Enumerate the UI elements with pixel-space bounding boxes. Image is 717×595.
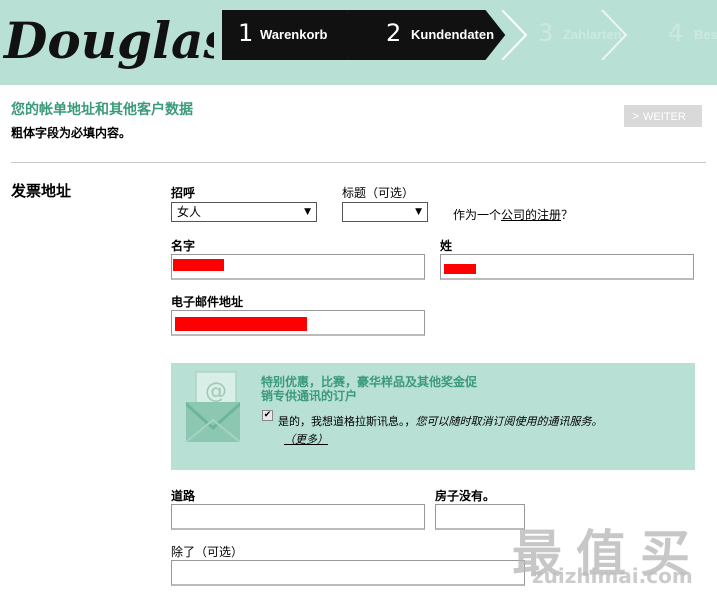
weiter-button[interactable]: > WEITER	[624, 105, 702, 127]
chevron-right-icon: >	[632, 109, 640, 123]
redacted-value	[173, 259, 224, 271]
newsletter-more-link[interactable]: （更多）	[284, 431, 328, 447]
street-input[interactable]	[171, 504, 425, 530]
weiter-label: WEITER	[643, 111, 686, 123]
company-question-text: 作为一个	[453, 208, 502, 222]
company-question-mark: ？	[561, 208, 574, 222]
salutation-value: 女人	[177, 205, 202, 219]
step-number: 2	[386, 19, 402, 47]
title-label: 标题（可选）	[342, 186, 415, 200]
address-addition-label: 除了（可选）	[171, 545, 244, 559]
salutation-label: 招呼	[171, 186, 196, 200]
street-label: 道路	[171, 489, 196, 503]
redacted-value	[444, 264, 476, 274]
email-envelope-icon: @	[185, 371, 241, 442]
newsletter-consent-italic: 您可以随时取消订阅使用的通讯服务。	[415, 415, 603, 428]
step-kundendaten[interactable]: 2 Kundendaten	[346, 10, 506, 60]
salutation-select[interactable]: 女人 ▼	[171, 202, 317, 222]
svg-text:@: @	[205, 379, 227, 404]
lastname-input[interactable]	[440, 254, 694, 280]
redacted-value	[175, 317, 307, 331]
step-zahlarten: 3 Zahlarten	[502, 10, 642, 60]
required-fields-note: 粗体字段为必填内容。	[11, 126, 132, 140]
email-label: 电子邮件地址	[171, 295, 244, 309]
section-title-billing: 发票地址	[11, 182, 72, 200]
title-select[interactable]: ▼	[342, 202, 428, 222]
newsletter-title: 特别优惠，比赛，豪华样品及其他奖金促销专供通讯的订户	[261, 375, 478, 403]
step-label: Warenkorb	[260, 27, 328, 42]
lastname-label: 姓	[440, 239, 453, 253]
svg-text:Douglas: Douglas	[2, 11, 214, 70]
step-label: Kundendaten	[411, 27, 495, 42]
step-number: 1	[238, 19, 254, 47]
firstname-input[interactable]	[171, 254, 425, 280]
newsletter-box: @ 特别优惠，比赛，豪华样品及其他奖金促销专供通讯的订户 ✔ 是的，我想道格拉斯…	[171, 363, 695, 470]
douglas-logo[interactable]: Douglas	[2, 0, 214, 85]
step-label: Zahlarten	[563, 27, 622, 42]
address-addition-input[interactable]	[171, 560, 525, 586]
newsletter-consent-text: 是的，我想道格拉斯讯息。，您可以随时取消订阅使用的通讯服务。	[278, 413, 603, 429]
dropdown-arrow-icon: ▼	[304, 207, 311, 217]
header: Douglas 1 Warenkorb 2 Kundendaten 3 Zahl…	[0, 0, 717, 85]
step-number: 4	[668, 19, 684, 47]
company-registration-link[interactable]: 公司的注册	[501, 208, 561, 222]
step-number: 3	[538, 19, 554, 47]
watermark: 最值买 zuizhimai.com	[512, 514, 717, 595]
watermark-url: zuizhimai.com	[532, 564, 693, 588]
step-label: Bes	[694, 27, 717, 42]
page-title: 您的帐单地址和其他客户数据	[11, 102, 193, 118]
firstname-label: 名字	[171, 239, 196, 253]
newsletter-checkbox[interactable]: ✔	[262, 410, 273, 421]
step-bestellung: 4 Bes	[642, 10, 717, 60]
email-input[interactable]	[171, 310, 425, 336]
company-registration-question: 作为一个公司的注册？	[453, 206, 573, 223]
dropdown-arrow-icon: ▼	[415, 207, 422, 217]
house-number-label: 房子没有。	[435, 489, 496, 503]
divider	[11, 162, 706, 163]
newsletter-consent-main: 是的，我想道格拉斯讯息。，	[278, 415, 416, 428]
